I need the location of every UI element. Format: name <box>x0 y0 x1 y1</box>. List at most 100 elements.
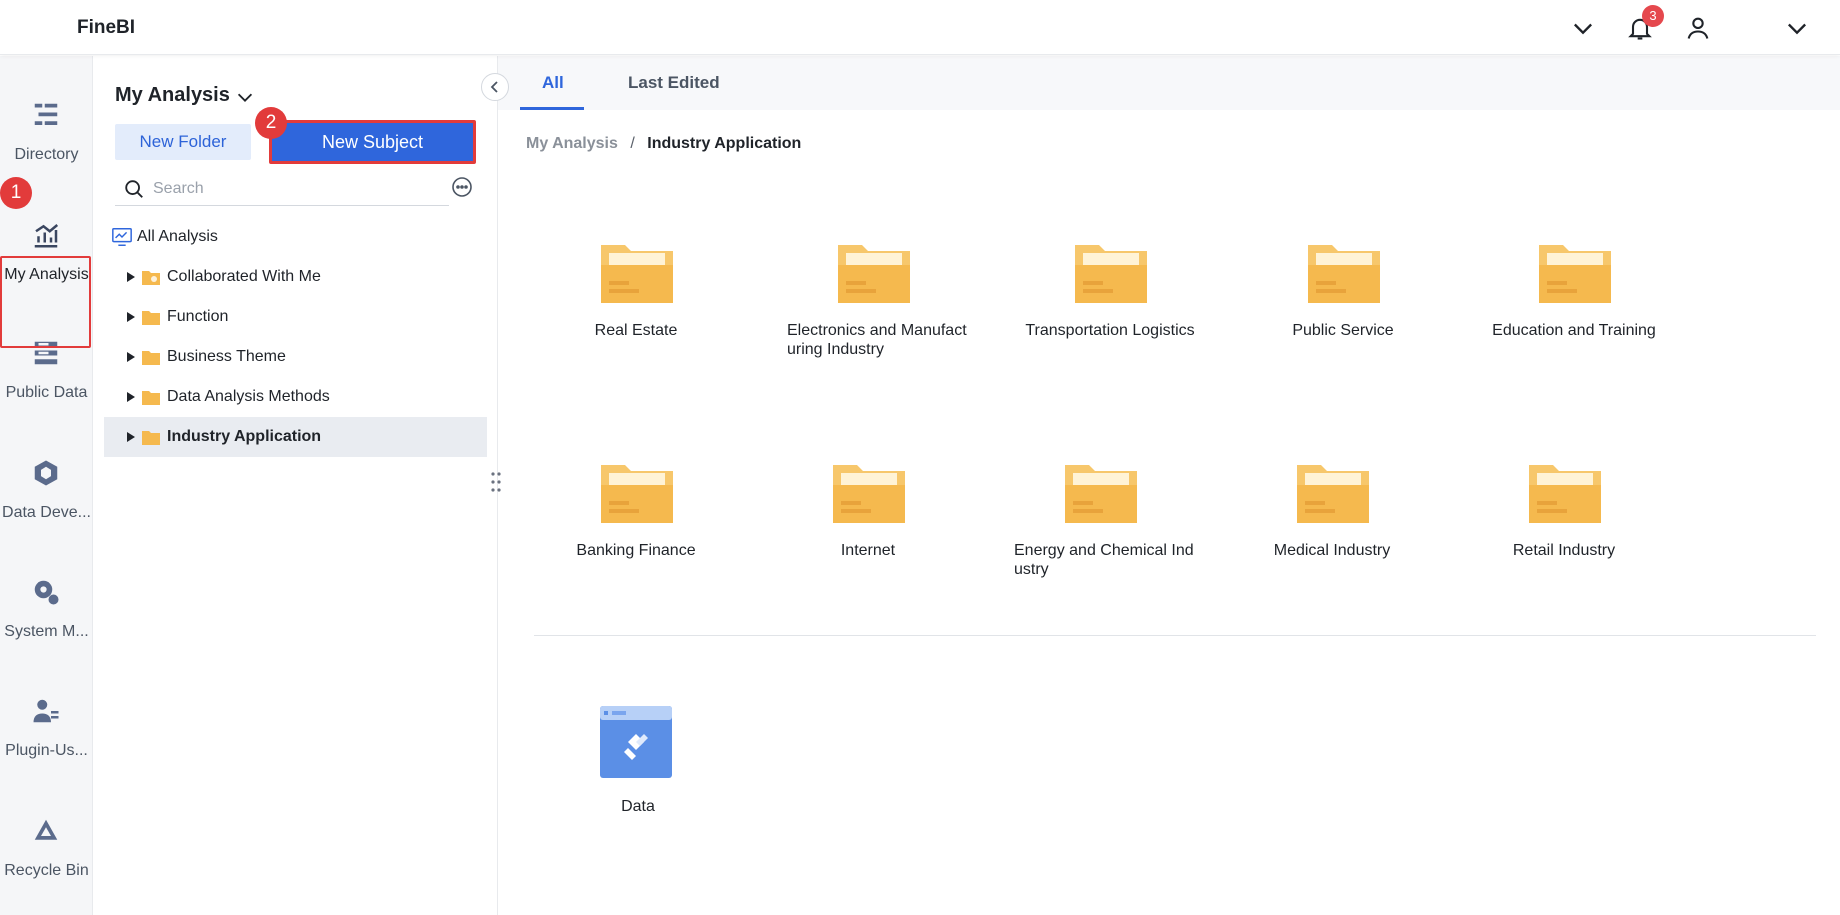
top-header: FineBI 3 <box>0 0 1840 55</box>
search-input[interactable] <box>153 176 433 202</box>
nav-item-plugin-user[interactable]: Plugin-Us... <box>0 688 93 780</box>
shared-folder-icon <box>142 271 160 285</box>
folder-label: Electronics and Manufacturing Industry <box>787 322 967 358</box>
tree-item-business-theme[interactable]: Business Theme <box>104 337 487 377</box>
tree-item-data-analysis-methods[interactable]: Data Analysis Methods <box>104 377 487 417</box>
panel-title: My Analysis <box>115 84 230 106</box>
analysis-chart-icon <box>34 224 59 248</box>
breadcrumb: My Analysis / Industry Application <box>526 135 801 153</box>
nav-label: Recycle Bin <box>4 862 89 879</box>
new-folder-button[interactable]: New Folder <box>115 124 251 160</box>
folder-icon <box>1075 245 1147 303</box>
folder-card-electronics[interactable]: Electronics and Manufacturing Industry <box>773 239 973 379</box>
caret-right-icon[interactable] <box>125 270 137 284</box>
folder-card-transportation[interactable]: Transportation Logistics <box>1010 239 1210 379</box>
folder-label: Education and Training <box>1492 322 1656 339</box>
folder-card-banking[interactable]: Banking Finance <box>536 459 736 599</box>
recycle-bin-icon <box>34 819 58 840</box>
collapse-panel-button[interactable] <box>481 73 509 101</box>
data-development-icon <box>34 460 58 486</box>
nav-item-system-management[interactable]: System M... <box>0 569 93 661</box>
chevron-down-icon[interactable] <box>1569 14 1597 42</box>
folder-label: Energy and Chemical Industry <box>1014 542 1194 578</box>
chevron-down-icon[interactable] <box>234 86 256 108</box>
tree-panel: My Analysis New Folder New Subject All A… <box>93 56 498 915</box>
tab-underline <box>520 107 584 110</box>
tree-item-collaborated[interactable]: Collaborated With Me <box>104 257 487 297</box>
tab-bar: All Last Edited <box>498 56 1840 110</box>
folder-icon <box>833 465 905 523</box>
folder-icon <box>1297 465 1369 523</box>
breadcrumb-my-analysis[interactable]: My Analysis <box>526 135 618 152</box>
folder-icon <box>142 391 160 405</box>
folder-icon <box>142 431 160 445</box>
drag-handle-icon[interactable] <box>488 470 504 494</box>
notification-badge: 3 <box>1642 5 1664 27</box>
folder-icon <box>838 245 910 303</box>
tree-item-label: Business Theme <box>167 348 286 365</box>
data-item-label: Data <box>621 798 655 815</box>
data-item-card[interactable]: Data <box>558 704 718 815</box>
tree-item-function[interactable]: Function <box>104 297 487 337</box>
chevron-down-icon[interactable] <box>1783 14 1811 42</box>
tree-item-industry-application[interactable]: Industry Application <box>104 417 487 457</box>
folder-card-real-estate[interactable]: Real Estate <box>536 239 736 379</box>
nav-label: System M... <box>4 623 89 640</box>
plugin-user-icon <box>33 699 59 723</box>
directory-icon <box>34 103 58 125</box>
step-badge-2: 2 <box>255 107 287 139</box>
folder-card-retail[interactable]: Retail Industry <box>1464 459 1664 599</box>
chevron-left-icon <box>490 81 498 93</box>
folder-icon <box>601 465 673 523</box>
tree-item-label: Collaborated With Me <box>167 268 321 285</box>
tree-item-label: Industry Application <box>167 428 322 445</box>
data-subject-icon <box>600 706 672 778</box>
folder-icon <box>601 245 673 303</box>
caret-right-icon[interactable] <box>125 390 137 404</box>
app-logo: FineBI <box>77 17 136 38</box>
folder-icon <box>142 311 160 325</box>
breadcrumb-current: Industry Application <box>647 135 802 152</box>
tab-last-edited[interactable]: Last Edited <box>628 73 720 93</box>
folder-label: Transportation Logistics <box>1025 322 1195 339</box>
folder-label: Retail Industry <box>1512 542 1616 559</box>
folder-icon <box>1308 245 1380 303</box>
nav-highlight-box <box>0 256 91 348</box>
folder-label: Public Service <box>1292 322 1394 339</box>
system-management-icon <box>34 580 59 605</box>
nav-label: Plugin-Us... <box>5 742 88 759</box>
nav-item-recycle-bin[interactable]: Recycle Bin <box>0 808 93 900</box>
folder-label: Banking Finance <box>576 542 696 559</box>
more-options-icon[interactable] <box>450 175 474 199</box>
folder-icon <box>142 351 160 365</box>
folder-label: Medical Industry <box>1273 542 1391 559</box>
tab-all[interactable]: All <box>542 73 564 93</box>
caret-right-icon[interactable] <box>125 350 137 364</box>
tree-item-label: Data Analysis Methods <box>167 388 330 405</box>
new-subject-button[interactable]: New Subject <box>269 120 476 164</box>
nav-item-directory[interactable]: Directory <box>0 92 93 184</box>
folder-icon <box>1529 465 1601 523</box>
nav-item-data-development[interactable]: Data Deve... <box>0 450 93 542</box>
search-box <box>115 172 449 206</box>
tree-item-label: Function <box>167 308 229 325</box>
folder-card-public-service[interactable]: Public Service <box>1243 239 1443 379</box>
nav-label: Directory <box>14 146 79 163</box>
breadcrumb-separator: / <box>630 135 635 152</box>
analysis-monitor-icon <box>112 228 132 246</box>
folder-icon <box>1539 245 1611 303</box>
section-divider <box>534 635 1816 636</box>
nav-label: Public Data <box>5 384 88 401</box>
main-content: All Last Edited My Analysis / Industry A… <box>498 56 1840 915</box>
caret-right-icon[interactable] <box>125 310 137 324</box>
tree-root-all-analysis[interactable]: All Analysis <box>104 217 487 257</box>
folder-card-internet[interactable]: Internet <box>768 459 968 599</box>
folder-card-energy[interactable]: Energy and Chemical Industry <box>1000 459 1200 599</box>
folder-card-medical[interactable]: Medical Industry <box>1232 459 1432 599</box>
user-icon[interactable] <box>1684 14 1712 42</box>
search-icon <box>125 180 143 198</box>
nav-label: Data Deve... <box>2 504 91 521</box>
folder-card-education[interactable]: Education and Training <box>1474 239 1674 379</box>
folder-label: Internet <box>840 542 896 559</box>
caret-right-icon[interactable] <box>125 430 137 444</box>
